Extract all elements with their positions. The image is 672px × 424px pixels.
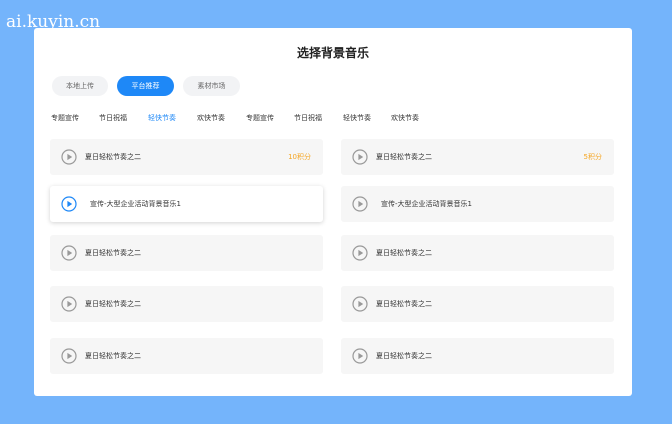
music-title: 夏日轻松节奏之二 bbox=[85, 249, 141, 257]
music-item[interactable]: 夏日轻松节奏之二 bbox=[50, 338, 323, 374]
play-circle-icon[interactable] bbox=[61, 196, 77, 212]
tab-platform-recommend[interactable]: 平台推荐 bbox=[117, 76, 174, 96]
music-item[interactable]: 宣传-大型企业活动背景音乐1 bbox=[50, 186, 323, 222]
tab-local-upload[interactable]: 本地上传 bbox=[52, 76, 108, 96]
play-circle-icon[interactable] bbox=[352, 245, 368, 261]
music-title: 夏日轻松节奏之二 bbox=[376, 300, 432, 308]
music-title: 宣传-大型企业活动背景音乐1 bbox=[90, 200, 181, 208]
category-item[interactable]: 欢快节奏 bbox=[197, 113, 225, 123]
price-badge: 5积分 bbox=[583, 153, 602, 161]
play-circle-icon[interactable] bbox=[61, 296, 77, 312]
music-title: 夏日轻松节奏之二 bbox=[376, 249, 432, 257]
category-item[interactable]: 轻快节奏 bbox=[343, 113, 371, 123]
music-title: 夏日轻松节奏之二 bbox=[376, 352, 432, 360]
category-item[interactable]: 欢快节奏 bbox=[391, 113, 419, 123]
play-circle-icon[interactable] bbox=[352, 348, 368, 364]
music-item[interactable]: 夏日轻松节奏之二 bbox=[50, 286, 323, 322]
tab-material-market[interactable]: 素材市场 bbox=[183, 76, 240, 96]
music-title: 宣传-大型企业活动背景音乐1 bbox=[381, 200, 472, 208]
play-circle-icon[interactable] bbox=[352, 196, 368, 212]
category-item-active[interactable]: 轻快节奏 bbox=[148, 113, 176, 123]
play-circle-icon[interactable] bbox=[61, 149, 77, 165]
category-item[interactable]: 专题宣传 bbox=[246, 113, 274, 123]
category-item[interactable]: 专题宣传 bbox=[51, 113, 79, 123]
music-item[interactable]: 夏日轻松节奏之二 bbox=[50, 235, 323, 271]
dialog-title: 选择背景音乐 bbox=[296, 46, 369, 60]
music-item[interactable]: 夏日轻松节奏之二 bbox=[341, 286, 614, 322]
music-title: 夏日轻松节奏之二 bbox=[85, 352, 141, 360]
music-title: 夏日轻松节奏之二 bbox=[85, 300, 141, 308]
play-circle-icon[interactable] bbox=[352, 149, 368, 165]
music-item[interactable]: 夏日轻松节奏之二 10积分 bbox=[50, 139, 323, 175]
music-item[interactable]: 宣传-大型企业活动背景音乐1 bbox=[341, 186, 614, 222]
play-circle-icon[interactable] bbox=[61, 245, 77, 261]
music-item[interactable]: 夏日轻松节奏之二 5积分 bbox=[341, 139, 614, 175]
play-circle-icon[interactable] bbox=[61, 348, 77, 364]
price-badge: 10积分 bbox=[288, 153, 311, 161]
music-title: 夏日轻松节奏之二 bbox=[85, 153, 141, 161]
music-item[interactable]: 夏日轻松节奏之二 bbox=[341, 235, 614, 271]
category-item[interactable]: 节日祝福 bbox=[294, 113, 322, 123]
music-item[interactable]: 夏日轻松节奏之二 bbox=[341, 338, 614, 374]
play-circle-icon[interactable] bbox=[352, 296, 368, 312]
music-title: 夏日轻松节奏之二 bbox=[376, 153, 432, 161]
music-picker-dialog: 选择背景音乐 本地上传 平台推荐 素材市场 专题宣传 节日祝福 轻快节奏 欢快节… bbox=[34, 28, 632, 396]
category-item[interactable]: 节日祝福 bbox=[99, 113, 127, 123]
